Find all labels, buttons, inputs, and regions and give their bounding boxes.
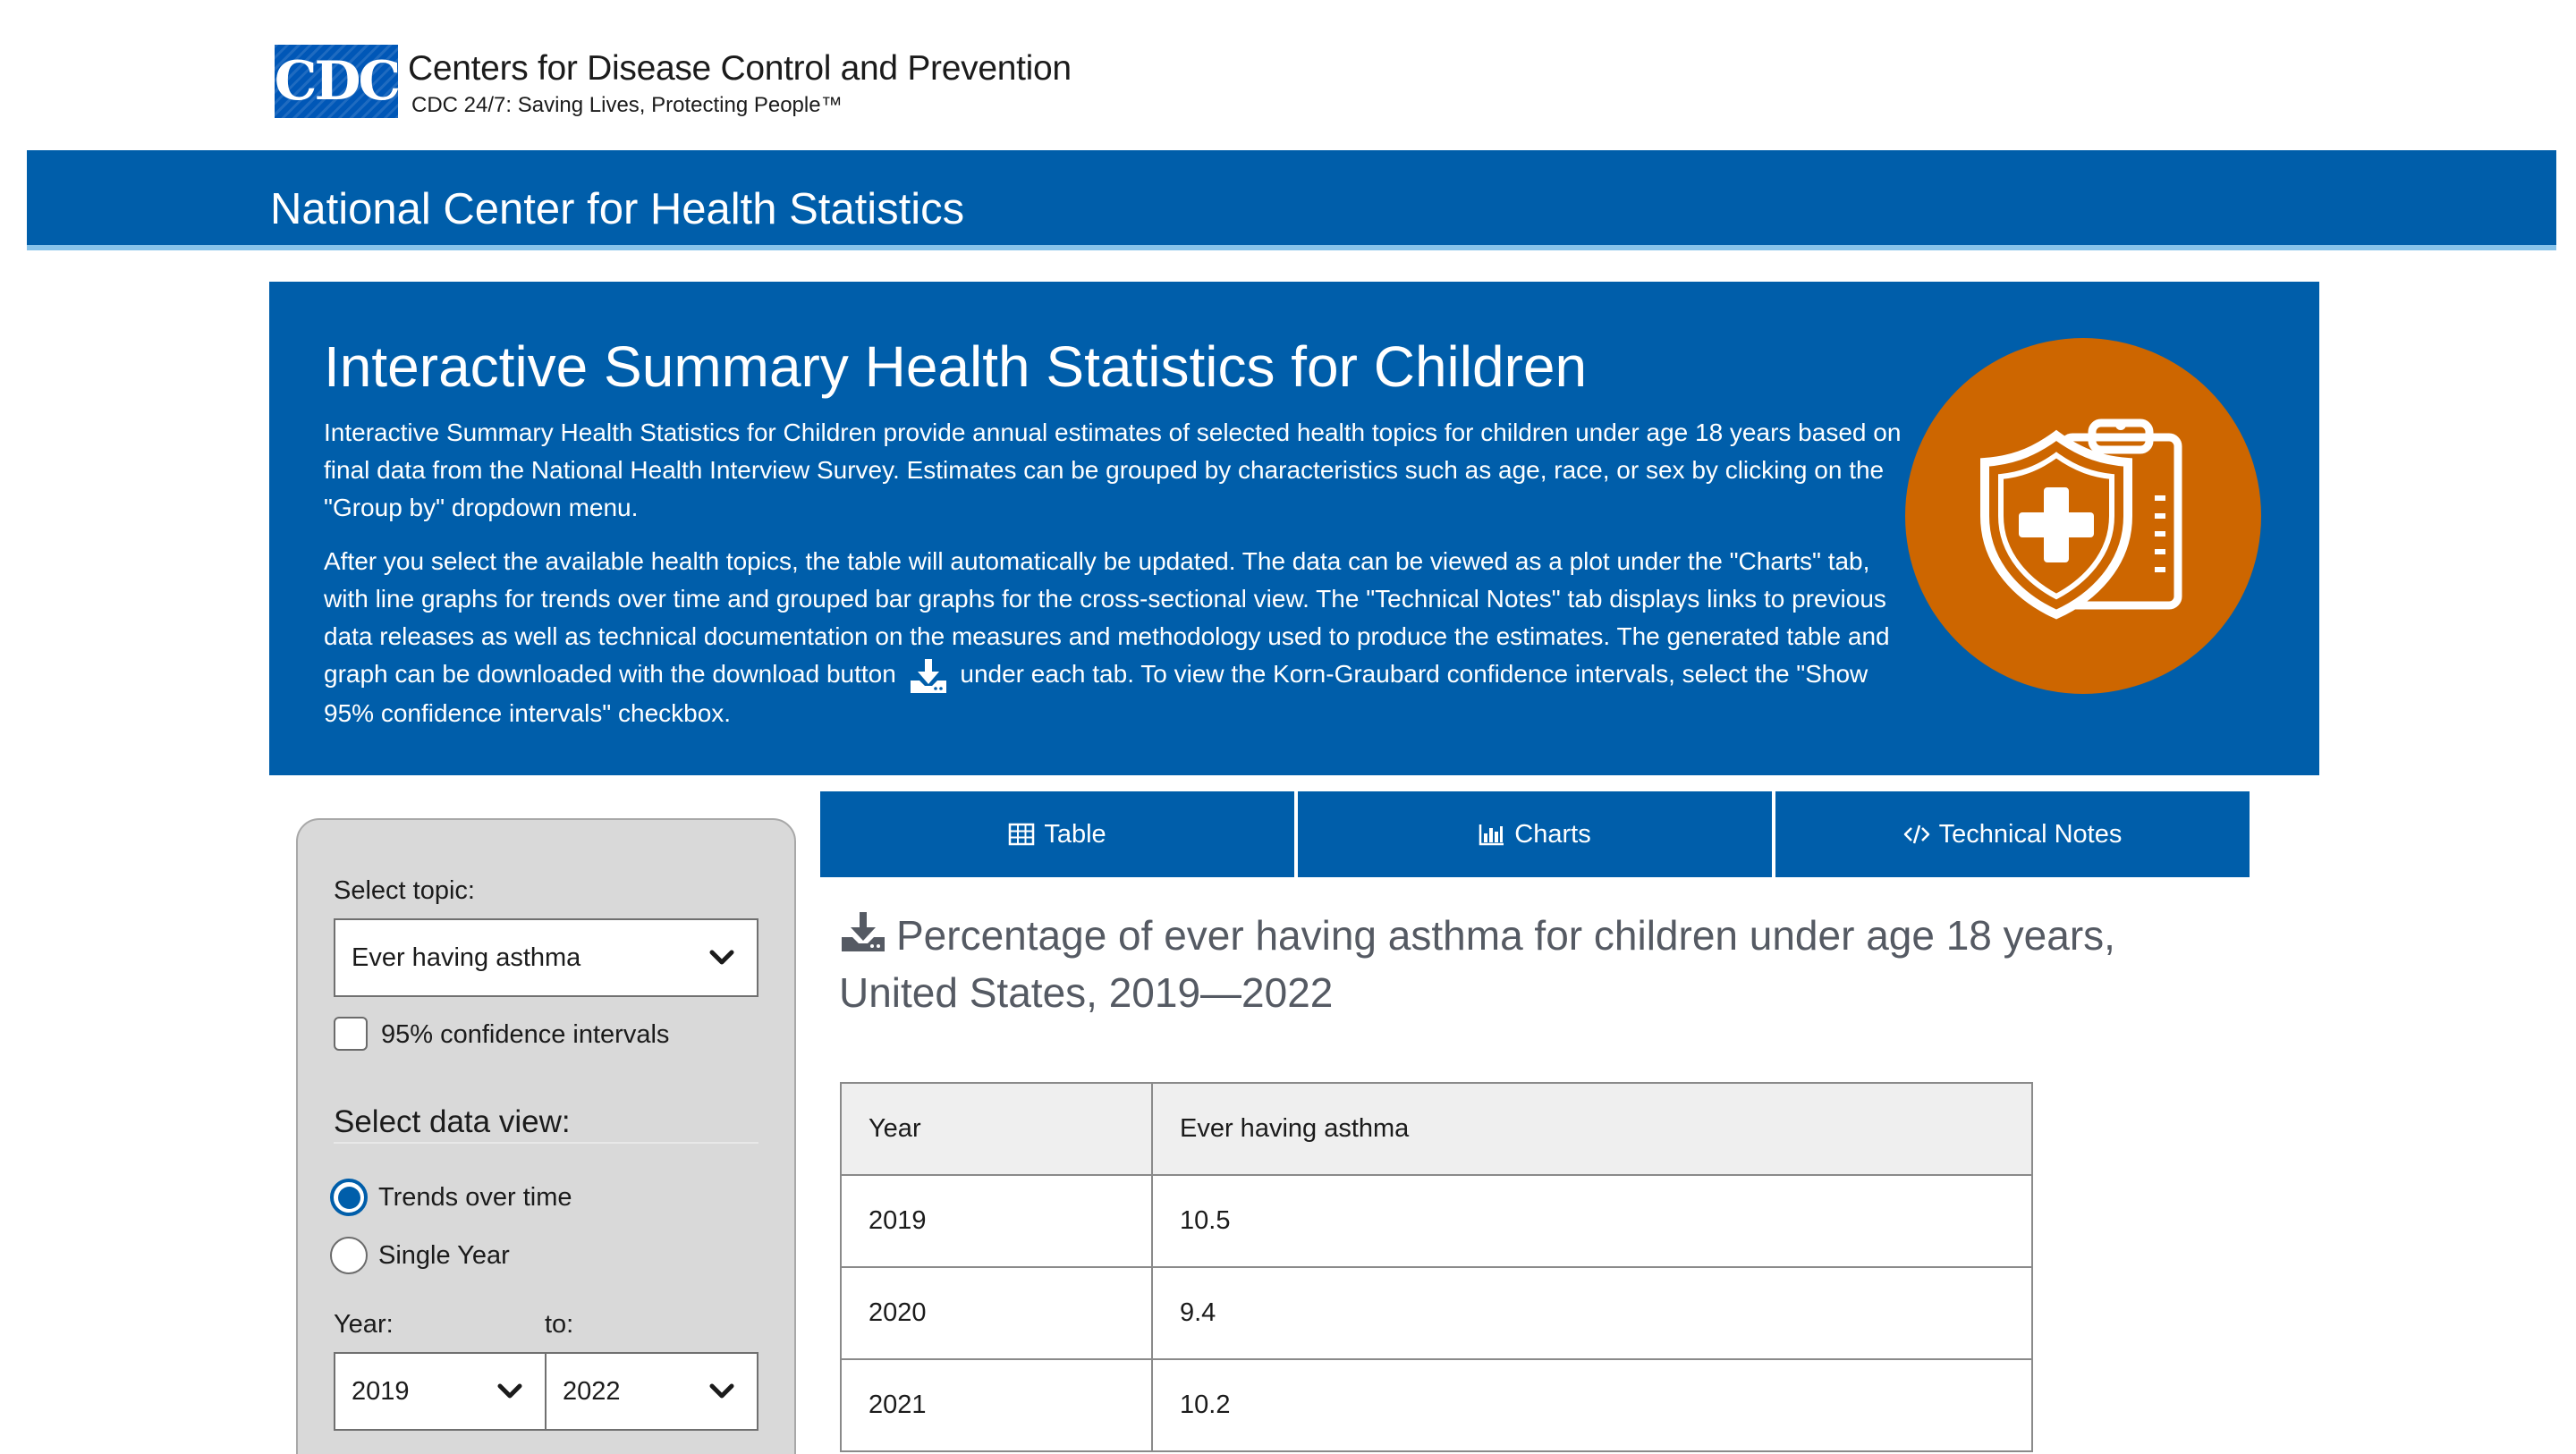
year-from-value: 2019 (352, 1376, 410, 1406)
table-icon (1009, 823, 1035, 846)
hero-paragraph-1: Interactive Summary Health Statistics fo… (324, 418, 1902, 521)
tab-table[interactable]: Table (820, 791, 1294, 877)
divider (334, 1142, 758, 1144)
year-from-select[interactable]: 2019 (334, 1352, 547, 1431)
table-row: 2019 10.5 (840, 1174, 2033, 1268)
table-header-row: Year Ever having asthma (840, 1082, 2033, 1176)
shield-clipboard-medical-icon (1905, 338, 2261, 694)
cell-value: 10.2 (1151, 1358, 2033, 1452)
cdc-logo-text: CDC (275, 50, 398, 113)
year-to-select[interactable]: 2022 (545, 1352, 758, 1431)
center-name[interactable]: National Center for Health Statistics (270, 184, 964, 234)
table-title: Percentage of ever having asthma for chi… (839, 907, 2181, 1021)
table-row: 2021 10.2 (840, 1358, 2033, 1452)
chevron-down-icon (709, 1383, 734, 1399)
hero-section: Interactive Summary Health Statistics fo… (269, 282, 2319, 775)
cdc-logo[interactable]: CDC (275, 45, 398, 118)
tab-charts-label: Charts (1514, 819, 1591, 849)
chevron-down-icon (497, 1383, 522, 1399)
radio-trends-over-time[interactable] (330, 1179, 368, 1216)
chevron-down-icon (709, 950, 734, 965)
data-view-label: Select data view: (334, 1104, 571, 1139)
topic-select-value: Ever having asthma (352, 943, 581, 972)
year-from-label: Year: (334, 1310, 394, 1339)
ci-checkbox[interactable] (334, 1017, 368, 1051)
year-to-label: to: (545, 1310, 574, 1339)
cell-value: 10.5 (1151, 1174, 2033, 1268)
view-tabs: Table Charts Technical Notes (820, 791, 2250, 877)
tab-technical-notes[interactable]: Technical Notes (1775, 791, 2250, 877)
radio-single-year[interactable] (330, 1237, 368, 1274)
page-title: Interactive Summary Health Statistics fo… (324, 334, 1588, 399)
site-header: CDC Centers for Disease Control and Prev… (0, 0, 2576, 150)
cell-year: 2020 (840, 1266, 1153, 1360)
column-header-ever-having-asthma[interactable]: Ever having asthma (1151, 1082, 2033, 1176)
ci-label[interactable]: 95% confidence intervals (381, 1020, 669, 1050)
table-title-text: Percentage of ever having asthma for chi… (839, 912, 2115, 1016)
org-tagline: CDC 24/7: Saving Lives, Protecting Peopl… (411, 93, 843, 117)
download-icon (910, 658, 946, 693)
radio-label-trends[interactable]: Trends over time (378, 1183, 572, 1213)
topic-label: Select topic: (334, 876, 475, 905)
cell-value: 9.4 (1151, 1266, 2033, 1360)
tab-technical-notes-label: Technical Notes (1938, 819, 2123, 849)
code-icon (1903, 824, 1929, 844)
hero-paragraph-2: After you select the available health to… (324, 543, 1916, 732)
download-icon[interactable] (839, 910, 887, 953)
column-header-year[interactable]: Year (840, 1082, 1153, 1176)
tab-table-label: Table (1044, 819, 1106, 849)
tab-charts[interactable]: Charts (1298, 791, 1772, 877)
cell-year: 2021 (840, 1358, 1153, 1452)
hero-description: Interactive Summary Health Statistics fo… (324, 414, 1916, 748)
filter-sidebar: Select topic: Ever having asthma 95% con… (296, 818, 796, 1454)
radio-label-single-year[interactable]: Single Year (378, 1241, 510, 1271)
data-table: Year Ever having asthma 2019 10.5 2020 9… (840, 1082, 2033, 1452)
emblem-graphic (1980, 418, 2182, 620)
cell-year: 2019 (840, 1174, 1153, 1268)
topic-select[interactable]: Ever having asthma (334, 918, 758, 997)
org-name[interactable]: Centers for Disease Control and Preventi… (408, 49, 1072, 89)
year-to-value: 2022 (563, 1376, 621, 1406)
bar-chart-icon (1479, 824, 1504, 846)
table-row: 2020 9.4 (840, 1266, 2033, 1360)
center-banner: National Center for Health Statistics (27, 150, 2556, 250)
